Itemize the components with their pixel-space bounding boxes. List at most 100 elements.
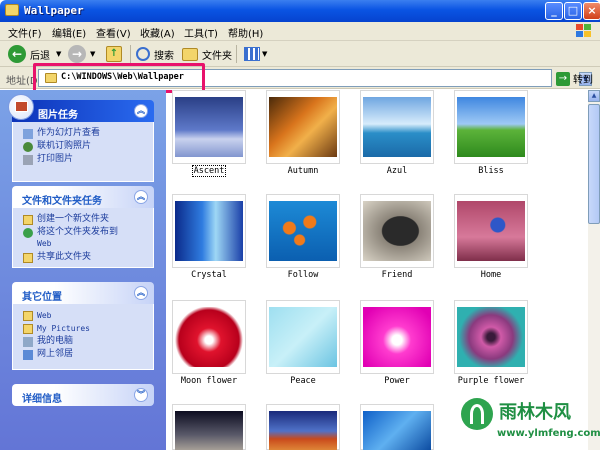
collapse-chevron-icon[interactable]: ︽	[134, 104, 148, 118]
picture-tasks-icon	[8, 94, 34, 120]
go-arrow-icon: →	[556, 71, 570, 86]
thumbnail-label-moon-flower[interactable]: Moon flower	[159, 376, 259, 386]
search-label: 搜索	[154, 50, 174, 62]
thumbnail-image	[175, 307, 243, 367]
chevron-down-icon[interactable]: ▼	[56, 50, 61, 58]
other-places-header[interactable]: 其它位置 ︽	[12, 282, 154, 304]
thumbnail-row4-3[interactable]	[360, 404, 434, 450]
thumbnail-image	[269, 97, 337, 157]
place-web[interactable]: Web	[23, 310, 147, 321]
menu-bar: 文件(F) 编辑(E) 查看(V) 收藏(A) 工具(T) 帮助(H)	[0, 22, 600, 41]
details-header[interactable]: 详细信息 ︾	[12, 384, 154, 406]
place-network[interactable]: 网上邻居	[23, 349, 147, 360]
print-pictures-task[interactable]: 打印图片	[23, 154, 147, 165]
watermark-logo-icon	[461, 398, 493, 430]
thumbnail-bliss[interactable]	[454, 90, 528, 164]
back-button[interactable]: ← 后退 ▼	[8, 44, 61, 64]
thumbnail-label-friend[interactable]: Friend	[347, 270, 447, 280]
network-icon	[23, 350, 33, 360]
folder-icon	[5, 4, 19, 16]
thumbnail-follow[interactable]	[266, 194, 340, 268]
thumbnail-label-autumn[interactable]: Autumn	[253, 166, 353, 176]
window-title: Wallpaper	[24, 4, 84, 17]
watermark-url: www.ylmfeng.com	[497, 428, 600, 439]
search-icon	[136, 47, 150, 61]
folders-icon	[182, 47, 198, 61]
new-folder-task[interactable]: 创建一个新文件夹	[23, 214, 147, 225]
folder-up-icon: ↑	[106, 46, 122, 62]
maximize-button[interactable]: □	[564, 2, 582, 20]
thumbnail-label-follow[interactable]: Follow	[253, 270, 353, 280]
publish-icon	[23, 228, 33, 238]
up-folder-button[interactable]: ↑	[106, 44, 122, 64]
back-label: 后退	[30, 50, 50, 62]
collapse-chevron-icon[interactable]: ︽	[134, 190, 148, 204]
forward-arrow-icon: →	[68, 45, 86, 63]
toolbar-separator	[130, 45, 131, 63]
share-folder-task[interactable]: 共享此文件夹	[23, 252, 147, 263]
thumbnail-label-home[interactable]: Home	[441, 270, 541, 280]
slideshow-task[interactable]: 作为幻灯片查看	[23, 128, 147, 139]
forward-button[interactable]: → ▼	[68, 44, 95, 64]
thumbnail-image	[363, 411, 431, 450]
thumbnail-row4-2[interactable]	[266, 404, 340, 450]
thumbnail-moon-flower[interactable]	[172, 300, 246, 374]
go-label: 转到	[573, 75, 593, 86]
picture-tasks-panel: 图片任务 ︽ 作为幻灯片查看 联机订购照片 打印图片	[8, 94, 154, 182]
search-button[interactable]: 搜索	[136, 44, 174, 64]
menu-help[interactable]: 帮助(H)	[228, 25, 263, 40]
thumbnail-label-azul[interactable]: Azul	[347, 166, 447, 176]
views-button[interactable]: ▼	[244, 44, 267, 64]
menu-file[interactable]: 文件(F)	[8, 25, 42, 40]
publish-web-task[interactable]: 将这个文件夹发布到 Web	[23, 227, 147, 250]
file-tasks-body: 创建一个新文件夹 将这个文件夹发布到 Web 共享此文件夹	[12, 208, 154, 268]
thumbnail-image	[363, 97, 431, 157]
expand-chevron-icon[interactable]: ︾	[134, 388, 148, 402]
thumbnail-home[interactable]	[454, 194, 528, 268]
thumbnail-image	[457, 307, 525, 367]
thumbnail-peace[interactable]	[266, 300, 340, 374]
thumbnail-friend[interactable]	[360, 194, 434, 268]
slideshow-icon	[23, 129, 33, 139]
thumbnail-label-peace[interactable]: Peace	[253, 376, 353, 386]
thumbnail-label-crystal[interactable]: Crystal	[159, 270, 259, 280]
folders-label: 文件夹	[202, 50, 232, 62]
folders-button[interactable]: 文件夹	[182, 44, 232, 64]
thumbnail-ascent[interactable]	[172, 90, 246, 164]
thumbnail-label-ascent[interactable]: Ascent	[159, 165, 259, 177]
picture-tasks-body: 作为幻灯片查看 联机订购照片 打印图片	[12, 122, 154, 182]
thumbnail-purple-flower[interactable]	[454, 300, 528, 374]
printer-icon	[23, 155, 33, 165]
close-button[interactable]: ×	[583, 2, 600, 20]
thumbnail-image	[269, 201, 337, 261]
chevron-down-icon[interactable]: ▼	[90, 50, 95, 58]
order-prints-task[interactable]: 联机订购照片	[23, 141, 147, 152]
thumbnail-azul[interactable]	[360, 90, 434, 164]
thumbnail-row4-1[interactable]	[172, 404, 246, 450]
scroll-up-button[interactable]: ▲	[588, 90, 600, 102]
menu-tools[interactable]: 工具(T)	[184, 25, 218, 40]
watermark: 雨林木风 www.ylmfeng.com	[455, 392, 600, 450]
chevron-down-icon: ▼	[262, 50, 268, 58]
menu-view[interactable]: 查看(V)	[96, 25, 131, 40]
collapse-chevron-icon[interactable]: ︽	[134, 286, 148, 300]
thumbnail-autumn[interactable]	[266, 90, 340, 164]
scroll-thumb[interactable]	[588, 104, 600, 224]
go-button[interactable]: → 转到	[556, 70, 593, 87]
thumbnail-label-purple-flower[interactable]: Purple flower	[441, 376, 541, 386]
file-tasks-header[interactable]: 文件和文件夹任务 ︽	[12, 186, 154, 208]
thumbnail-image	[457, 201, 525, 261]
menu-favorites[interactable]: 收藏(A)	[140, 25, 175, 40]
details-title: 详细信息	[22, 394, 62, 405]
place-my-pictures[interactable]: My Pictures	[23, 323, 147, 334]
thumbnail-crystal[interactable]	[172, 194, 246, 268]
menu-edit[interactable]: 编辑(E)	[52, 25, 86, 40]
picture-tasks-header[interactable]: 图片任务 ︽	[8, 94, 154, 122]
thumbnail-label-bliss[interactable]: Bliss	[441, 166, 541, 176]
folder-icon	[23, 324, 33, 334]
place-my-computer[interactable]: 我的电脑	[23, 336, 147, 347]
other-places-panel: 其它位置 ︽ Web My Pictures 我的电脑 网上邻居	[12, 282, 154, 370]
thumbnail-power[interactable]	[360, 300, 434, 374]
minimize-button[interactable]: _	[545, 2, 563, 20]
thumbnail-label-power[interactable]: Power	[347, 376, 447, 386]
